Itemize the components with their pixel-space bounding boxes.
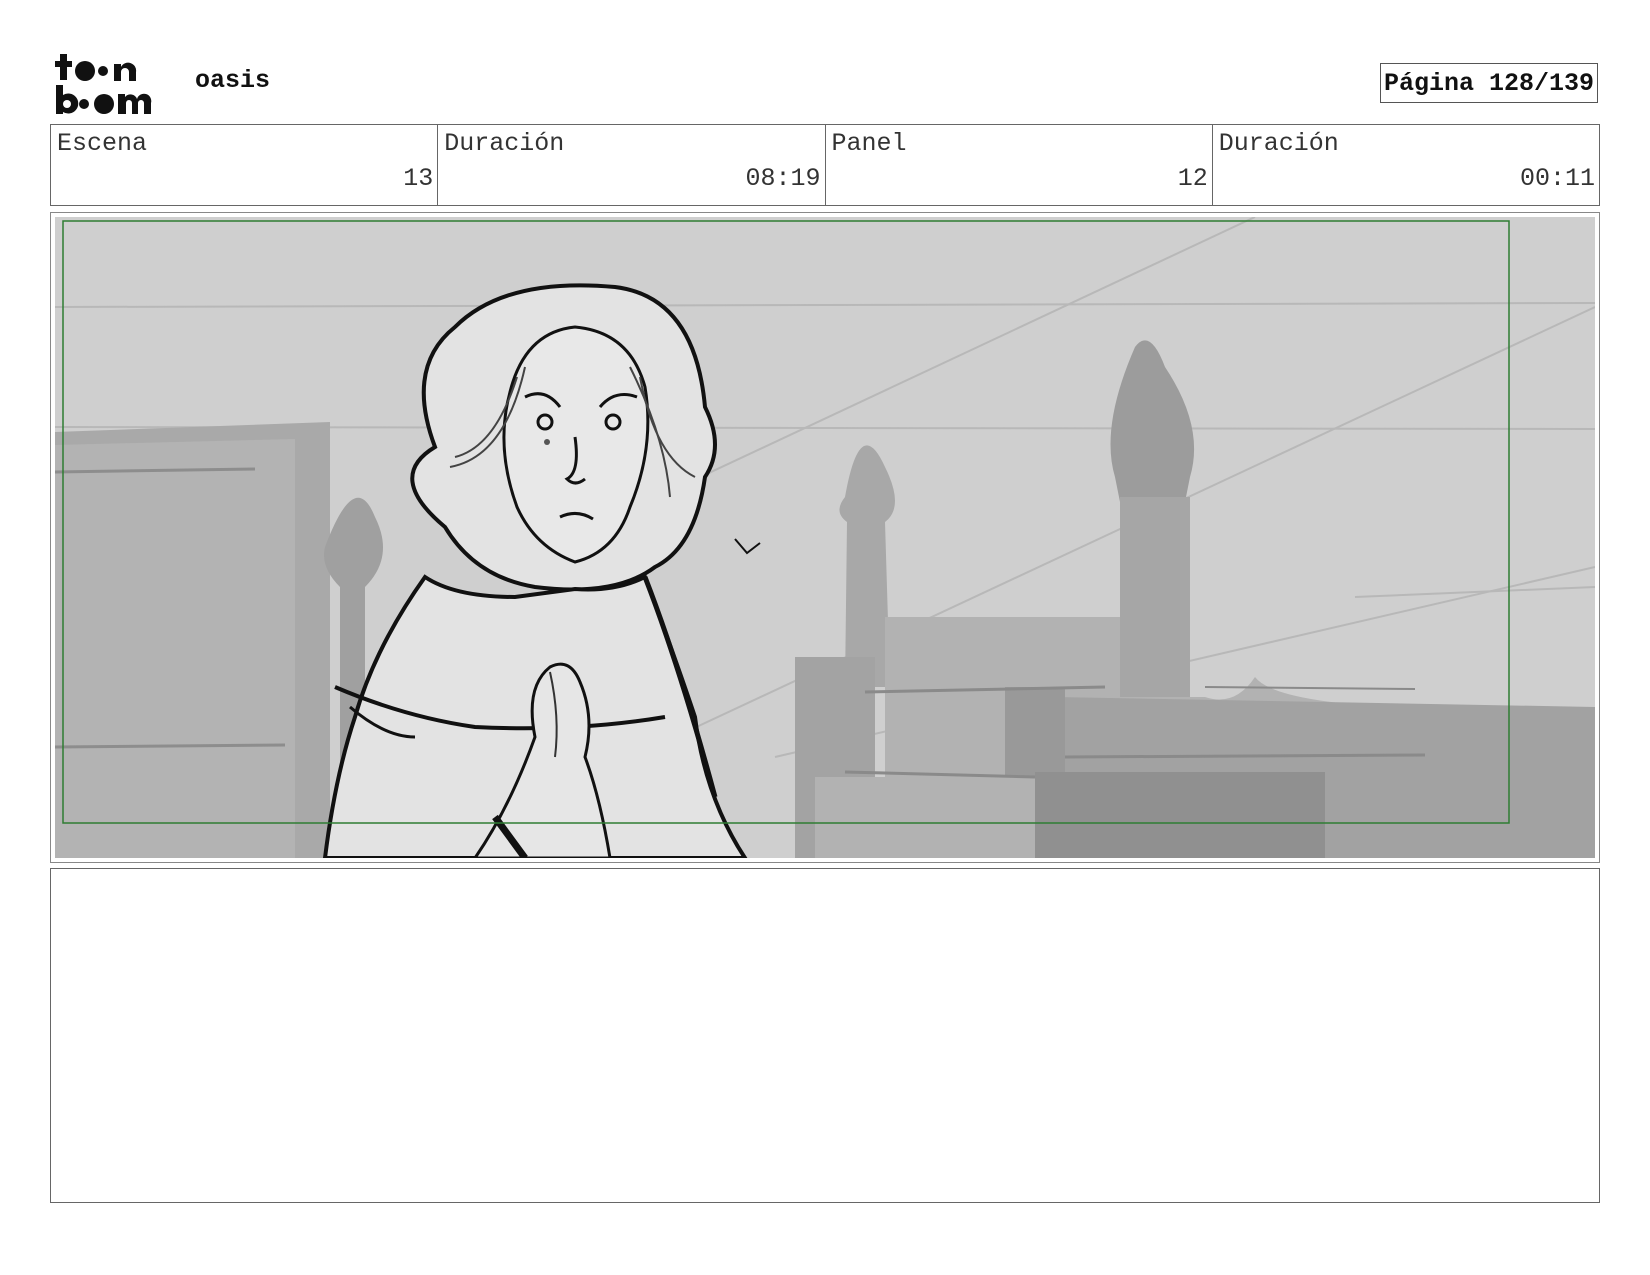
project-title: oasis <box>195 66 271 95</box>
scene-cell: Escena 13 <box>51 125 439 205</box>
panel-value: 12 <box>1177 164 1208 193</box>
panel-duration-value: 00:11 <box>1519 164 1595 193</box>
panel-duration-label: Duración <box>1218 129 1339 158</box>
storyboard-panel-frame <box>50 212 1600 863</box>
page-number: Página 128/139 <box>1383 68 1595 98</box>
scene-duration-value: 08:19 <box>745 164 821 193</box>
page-number-box: Página 128/139 <box>1380 63 1598 103</box>
panel-label: Panel <box>831 129 907 158</box>
storyboard-sketch <box>55 217 1595 858</box>
scene-duration-label: Duración <box>444 129 565 158</box>
scene-duration-cell: Duración 08:19 <box>438 125 826 205</box>
scene-info-row: Escena 13 Duración 08:19 Panel 12 Duraci… <box>50 124 1600 206</box>
panel-duration-cell: Duración 00:11 <box>1213 125 1599 205</box>
toon-boom-logo <box>55 54 152 114</box>
scene-label: Escena <box>57 129 148 158</box>
panel-notes-box[interactable] <box>50 868 1600 1203</box>
scene-value: 13 <box>403 164 434 193</box>
panel-cell: Panel 12 <box>826 125 1213 205</box>
